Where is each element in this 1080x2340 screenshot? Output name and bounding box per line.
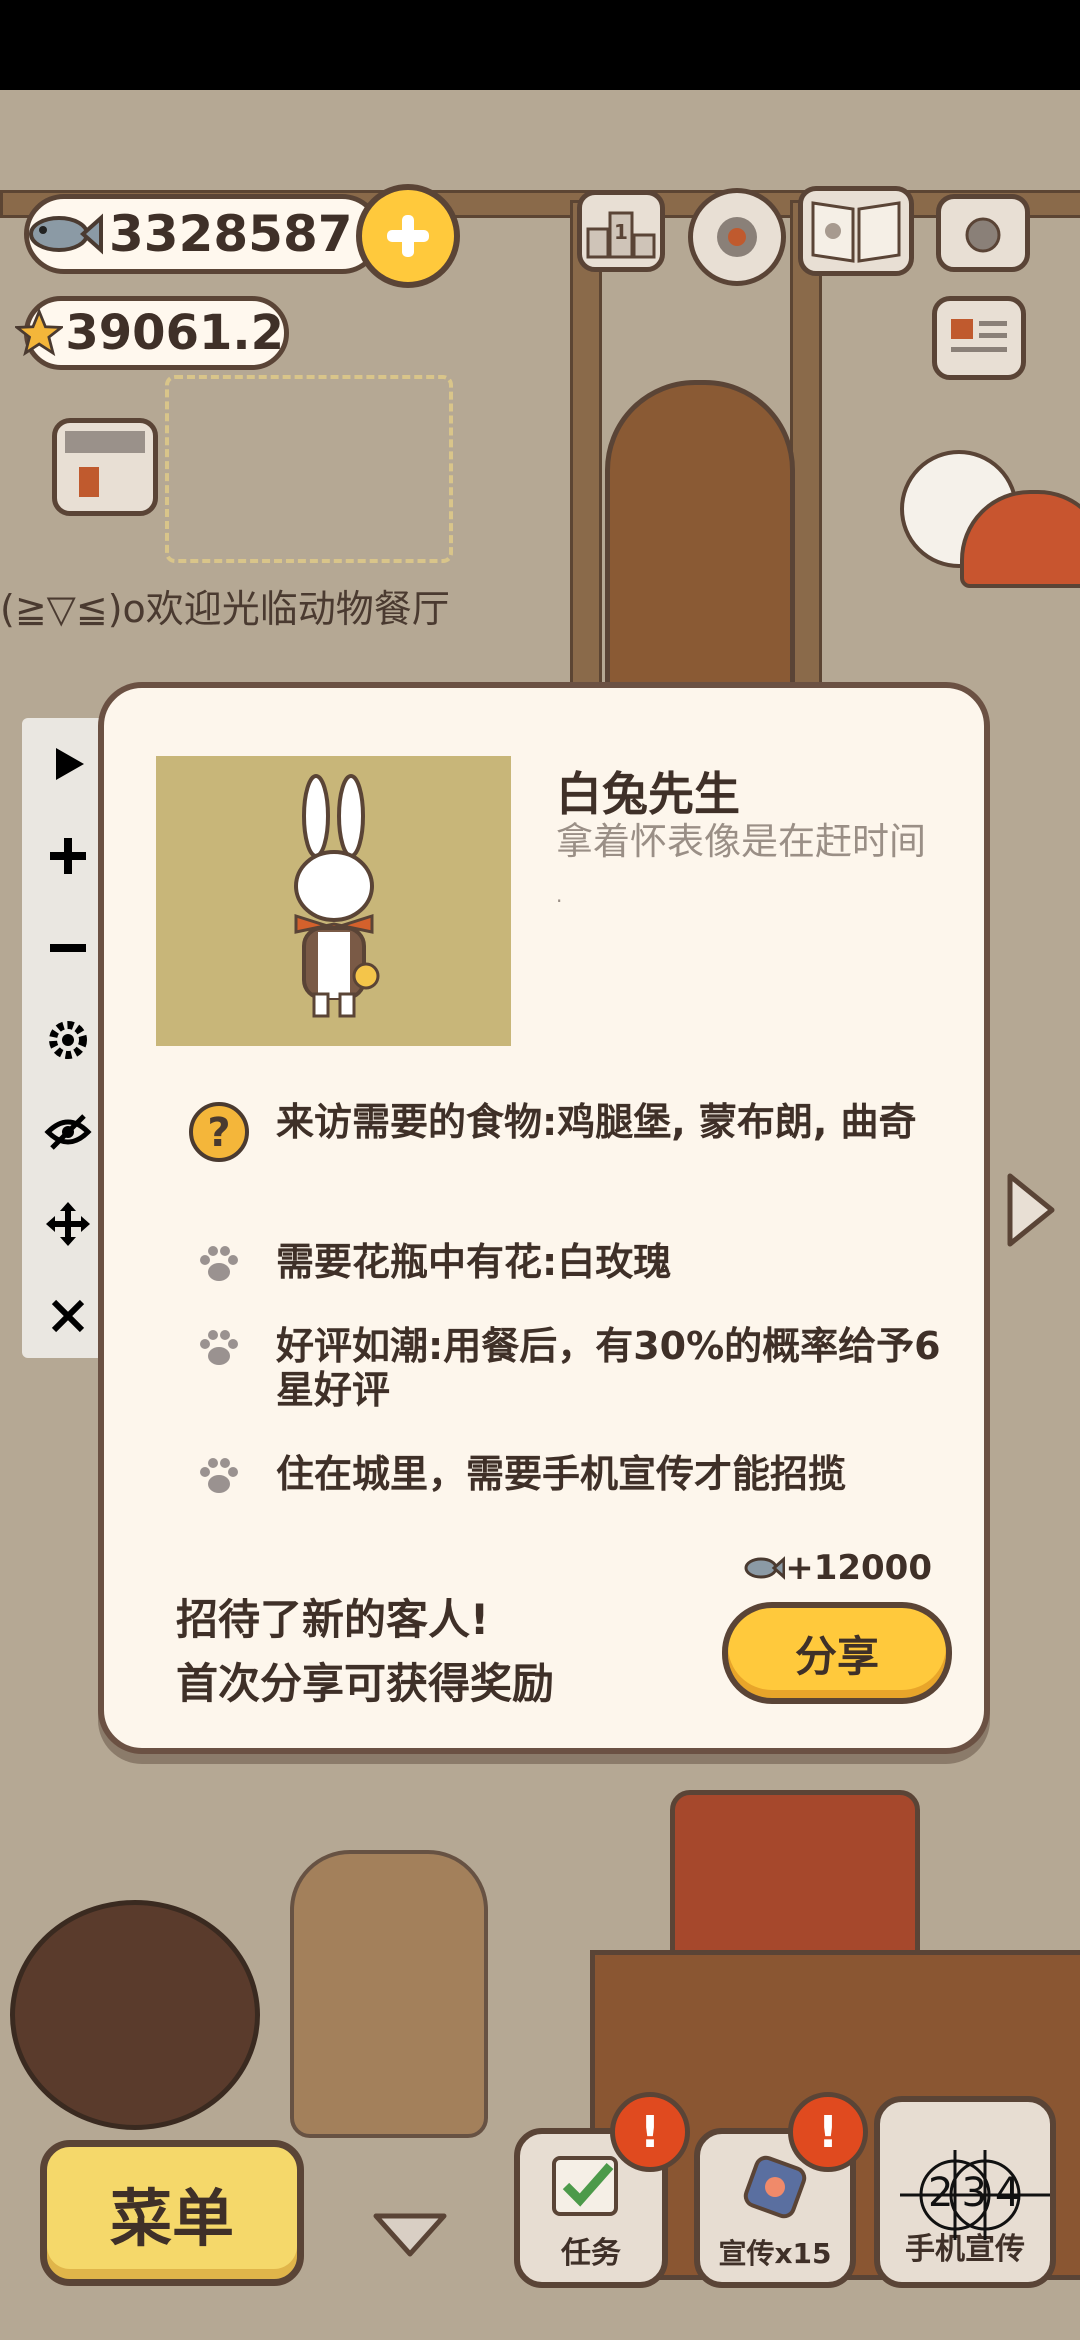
reward-amount: +12000: [785, 1548, 932, 1588]
requirement-text: 住在城里，需要手机宣传才能招揽: [276, 1452, 847, 1496]
gear-icon: [49, 1021, 87, 1059]
checklist-icon: [552, 2156, 618, 2216]
newspaper-icon: [951, 319, 1007, 352]
customer-name: 白兔先生: [556, 767, 740, 821]
customer-description: 拿着怀表像是在赶时间 .: [556, 818, 956, 919]
svg-text:?: ?: [207, 1110, 230, 1156]
shop-button[interactable]: [52, 418, 158, 516]
promo-label: 宣传x15: [718, 2237, 832, 2270]
camera-icon: [965, 217, 1001, 253]
requirement-review: 好评如潮:用餐后，有30%的概率给予6星好评: [184, 1324, 944, 1412]
fish-amount: 3328587: [109, 205, 353, 263]
customer-portrait: [156, 756, 511, 1046]
menu-button[interactable]: 菜单: [40, 2140, 304, 2286]
promo-icon: [743, 2155, 807, 2219]
book-icon: [811, 201, 901, 263]
tasks-label: 任务: [561, 2236, 621, 2271]
customer-description-text: 拿着怀表像是在赶时间: [556, 820, 926, 863]
paw-icon: [200, 1458, 238, 1493]
newspaper-button[interactable]: [932, 296, 1026, 380]
next-arrow-button[interactable]: [1000, 1170, 1060, 1250]
share-button[interactable]: 分享: [722, 1602, 952, 1704]
rabbit-icon: [294, 774, 380, 1018]
share-message: 招待了新的客人! 首次分享可获得奖励: [176, 1588, 554, 1716]
add-currency-button[interactable]: [356, 184, 460, 288]
touch-counter: 234: [900, 2150, 1050, 2240]
share-line-1: 招待了新的客人!: [176, 1595, 490, 1644]
recipe-book-button[interactable]: [798, 186, 914, 276]
close-icon: [51, 1299, 85, 1333]
paw-icon: [200, 1330, 238, 1365]
star-icon: [15, 307, 64, 357]
welcome-marquee: (≧▽≦)o欢迎光临动物餐厅: [0, 587, 450, 631]
minus-icon: [50, 944, 86, 952]
requirement-city: 住在城里，需要手机宣传才能招揽: [184, 1452, 944, 1500]
plus-icon: [50, 838, 86, 874]
fish-icon: [29, 213, 103, 255]
fishing-net: [165, 375, 453, 563]
tasks-alert-badge: !: [610, 2092, 690, 2172]
plus-icon: [387, 215, 429, 257]
requirement-food: ? 来访需要的食物:鸡腿堡, 蒙布朗, 曲奇: [184, 1100, 944, 1164]
scroll-down-arrow[interactable]: [370, 2210, 450, 2260]
share-line-2: 首次分享可获得奖励: [176, 1659, 555, 1708]
menu-label: 菜单: [109, 2182, 234, 2255]
question-icon: ?: [189, 1102, 249, 1162]
chevron-right-icon: [1007, 1173, 1055, 1247]
gear-icon: [717, 217, 757, 257]
requirement-text: 需要花瓶中有花:白玫瑰: [276, 1240, 672, 1284]
fish-icon: [744, 1556, 786, 1580]
paw-icon: [200, 1246, 238, 1281]
fish-currency: 3328587: [24, 194, 382, 274]
shop-icon: [65, 431, 145, 497]
move-icon: [46, 1202, 90, 1246]
chevron-down-icon: [373, 2213, 447, 2257]
requirement-text: 好评如潮:用餐后，有30%的概率给予6星好评: [276, 1324, 941, 1412]
customer-group: [290, 1850, 488, 2138]
star-currency: 39061.2: [15, 296, 289, 370]
touch-counter-value: 234: [928, 2170, 1029, 2216]
ranking-button[interactable]: 1: [577, 190, 665, 272]
podium-icon: 1: [586, 211, 656, 259]
play-icon: [56, 748, 84, 780]
customer-description-tail: .: [556, 883, 563, 907]
share-reward: +12000: [741, 1548, 932, 1588]
requirement-flower: 需要花瓶中有花:白玫瑰: [184, 1240, 944, 1288]
status-bar: [0, 0, 1080, 90]
camera-button[interactable]: [936, 194, 1030, 272]
svg-text:1: 1: [614, 220, 628, 244]
new-customer-dialog: 白兔先生 拿着怀表像是在赶时间 . ? 来访需要的食物:鸡腿堡, 蒙布朗, 曲奇…: [98, 682, 990, 1754]
soup-pot: [10, 1900, 260, 2130]
star-amount: 39061.2: [65, 305, 284, 361]
requirement-text: 来访需要的食物:鸡腿堡, 蒙布朗, 曲奇: [276, 1100, 917, 1144]
eye-off-icon: [44, 1114, 92, 1150]
settings-button[interactable]: [688, 188, 786, 286]
promo-alert-badge: !: [788, 2092, 868, 2172]
